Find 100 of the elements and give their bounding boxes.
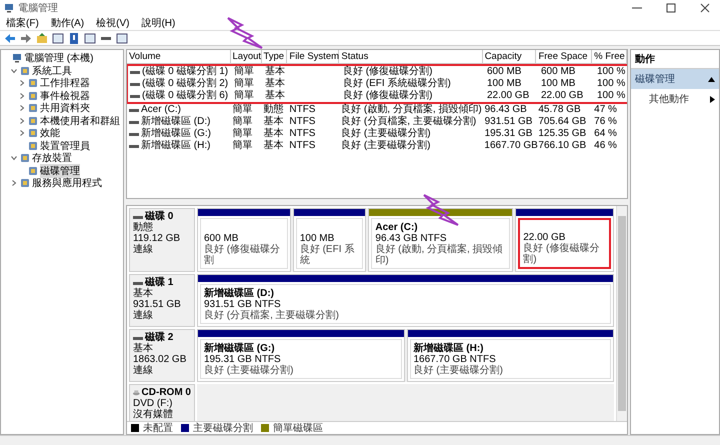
- help-icon[interactable]: [68, 32, 80, 44]
- app-icon: [28, 166, 38, 176]
- back-arrow-icon[interactable]: [4, 32, 16, 44]
- tree-item[interactable]: 存放裝置: [32, 151, 72, 166]
- table-cell: 45.78 GB: [538, 104, 581, 116]
- collapse-caret-icon[interactable]: [708, 76, 715, 82]
- lightning-icon: [423, 194, 459, 226]
- forward-arrow-icon[interactable]: [20, 32, 32, 44]
- partition-size: 931.51 GB NTFS: [204, 299, 281, 310]
- table-cell-text: 良好 (啟動, 分頁檔案, 損毀傾印): [341, 104, 482, 116]
- column-header[interactable]: Layout: [230, 50, 262, 63]
- partition-status: 良好 (修復磁碟分割): [523, 243, 600, 265]
- table-cell: 46 %: [594, 140, 617, 152]
- partition-size: 195.31 GB NTFS: [204, 354, 281, 365]
- table-cell: 100 MB: [541, 78, 576, 90]
- partition-size: 100 MB: [300, 233, 336, 244]
- tree-item[interactable]: 系統工具: [32, 64, 72, 78]
- action-item[interactable]: 其他動作: [631, 89, 719, 109]
- table-cell-text: 新增磁碟區 (G:): [141, 128, 211, 140]
- partition-size: 22.00 GB: [523, 232, 566, 243]
- disk-detail: DVD (F:): [133, 398, 174, 409]
- table-cell: 100 MB: [487, 78, 522, 90]
- column-header[interactable]: Capacity: [482, 50, 536, 63]
- table-cell: 195.31 GB: [484, 128, 532, 140]
- partition[interactable]: 100 MB 良好 (EFI 系統: [292, 208, 366, 272]
- partition[interactable]: 新增磁碟區 (D:) 931.51 GB NTFS 良好 (分頁檔案, 主要磁碟分割): [197, 274, 614, 327]
- table-cell: 簡單: [232, 128, 253, 140]
- disk-name: CD-ROM 0: [142, 387, 191, 398]
- menu-item[interactable]: 動作(A): [50, 16, 84, 30]
- tree-item[interactable]: 磁碟管理: [40, 164, 80, 178]
- partition-status: 良好 (EFI 系統: [300, 244, 356, 266]
- disk-name: 磁碟 2: [145, 332, 174, 343]
- tree-item[interactable]: 效能: [40, 126, 60, 140]
- chevron-down-icon[interactable]: [10, 68, 18, 74]
- tree-item[interactable]: 事件檢視器: [40, 88, 90, 103]
- partition[interactable]: 22.00 GB 良好 (修復磁碟分割): [515, 208, 614, 272]
- disk-detail: 基本: [133, 343, 154, 354]
- chevron-right-icon[interactable]: [10, 180, 18, 186]
- app-icon: [28, 116, 38, 126]
- table-cell-text: 動態: [263, 104, 284, 116]
- table-cell: 簡單: [232, 116, 253, 128]
- chevron-right-icon[interactable]: [18, 92, 26, 99]
- disk-detail: 連線: [133, 244, 154, 255]
- app-icon: [28, 90, 38, 101]
- table-cell-text: 良好 (主要磁碟分割): [341, 128, 431, 139]
- column-header[interactable]: Status: [339, 50, 483, 63]
- app-icon: [28, 140, 38, 151]
- window-title: 電腦管理: [18, 2, 59, 15]
- panel-icon[interactable]: [84, 32, 96, 44]
- chevron-right-icon[interactable]: [18, 130, 26, 136]
- table-cell: 600 MB: [541, 66, 576, 78]
- tree-item[interactable]: 共用資料夾: [40, 101, 90, 116]
- panel-icon[interactable]: [52, 32, 64, 44]
- table-cell-text: (磁碟 0 磁碟分割 2): [142, 78, 228, 90]
- window-icon[interactable]: [116, 32, 128, 44]
- tree-item[interactable]: 工作排程器: [40, 76, 90, 90]
- table-cell: NTFS: [289, 116, 316, 128]
- disk-detail: 連線: [133, 310, 154, 321]
- chevron-right-icon[interactable]: [18, 105, 26, 112]
- disk-detail: 連線: [133, 365, 154, 376]
- table-cell-text: 基本: [265, 66, 285, 78]
- chevron-down-icon[interactable]: [10, 155, 18, 162]
- menu-item[interactable]: 說明(H): [141, 16, 176, 30]
- menu-item[interactable]: 檢視(V): [96, 16, 130, 30]
- partition-status: 良好 (修復磁碟分割: [204, 244, 282, 266]
- tree-item[interactable]: 裝置管理員: [40, 138, 90, 153]
- partition[interactable]: Acer (C:) 96.43 GB NTFS 良好 (啟動, 分頁檔案, 損毀傾印): [368, 208, 514, 272]
- legend-label: 主要磁碟分割: [193, 422, 253, 435]
- column-header[interactable]: File System: [287, 50, 340, 63]
- partition-size: 600 MB: [204, 233, 240, 244]
- chevron-right-icon[interactable]: [18, 80, 26, 86]
- table-cell-text: 良好 (修復磁碟分割): [343, 66, 432, 78]
- app-icon: [20, 153, 30, 164]
- table-cell: NTFS: [289, 128, 316, 140]
- table-cell: 76 %: [594, 116, 617, 128]
- partition[interactable]: 新增磁碟區 (H:) 1667.70 GB NTFS 良好 (主要磁碟分割): [406, 329, 614, 382]
- partition[interactable]: 新增磁碟區 (G:) 195.31 GB NTFS 良好 (主要磁碟分割): [197, 329, 404, 382]
- column-header[interactable]: % Free: [592, 50, 627, 63]
- column-header[interactable]: Type: [262, 50, 288, 63]
- tree-item[interactable]: 服務與應用程式: [32, 176, 102, 190]
- table-cell: 100 %: [597, 66, 626, 78]
- app-icon: [28, 128, 38, 138]
- table-cell: 簡單: [232, 104, 253, 116]
- table-cell: 47 %: [594, 104, 617, 116]
- partition[interactable]: 600 MB 良好 (修復磁碟分割: [197, 208, 291, 272]
- chevron-right-icon[interactable]: [18, 118, 26, 124]
- app-icon: [20, 66, 30, 76]
- menu-item[interactable]: 檔案(F): [6, 16, 39, 30]
- table-cell-text: 基本: [263, 116, 284, 128]
- column-header[interactable]: Volume: [127, 50, 230, 63]
- scrollbar[interactable]: [616, 206, 627, 421]
- table-cell-text: 新增磁碟區 (D:): [141, 116, 210, 128]
- tree-item[interactable]: 電腦管理 (本機): [24, 51, 94, 66]
- actions-section[interactable]: 磁碟管理: [631, 69, 719, 89]
- column-header[interactable]: Free Space: [536, 50, 592, 63]
- tree-item[interactable]: 本機使用者和群組: [40, 114, 120, 128]
- folder-up-icon[interactable]: [36, 32, 48, 44]
- app-icon: [28, 78, 38, 88]
- table-cell: 600 MB: [487, 66, 522, 78]
- lightning-icon: [227, 17, 263, 49]
